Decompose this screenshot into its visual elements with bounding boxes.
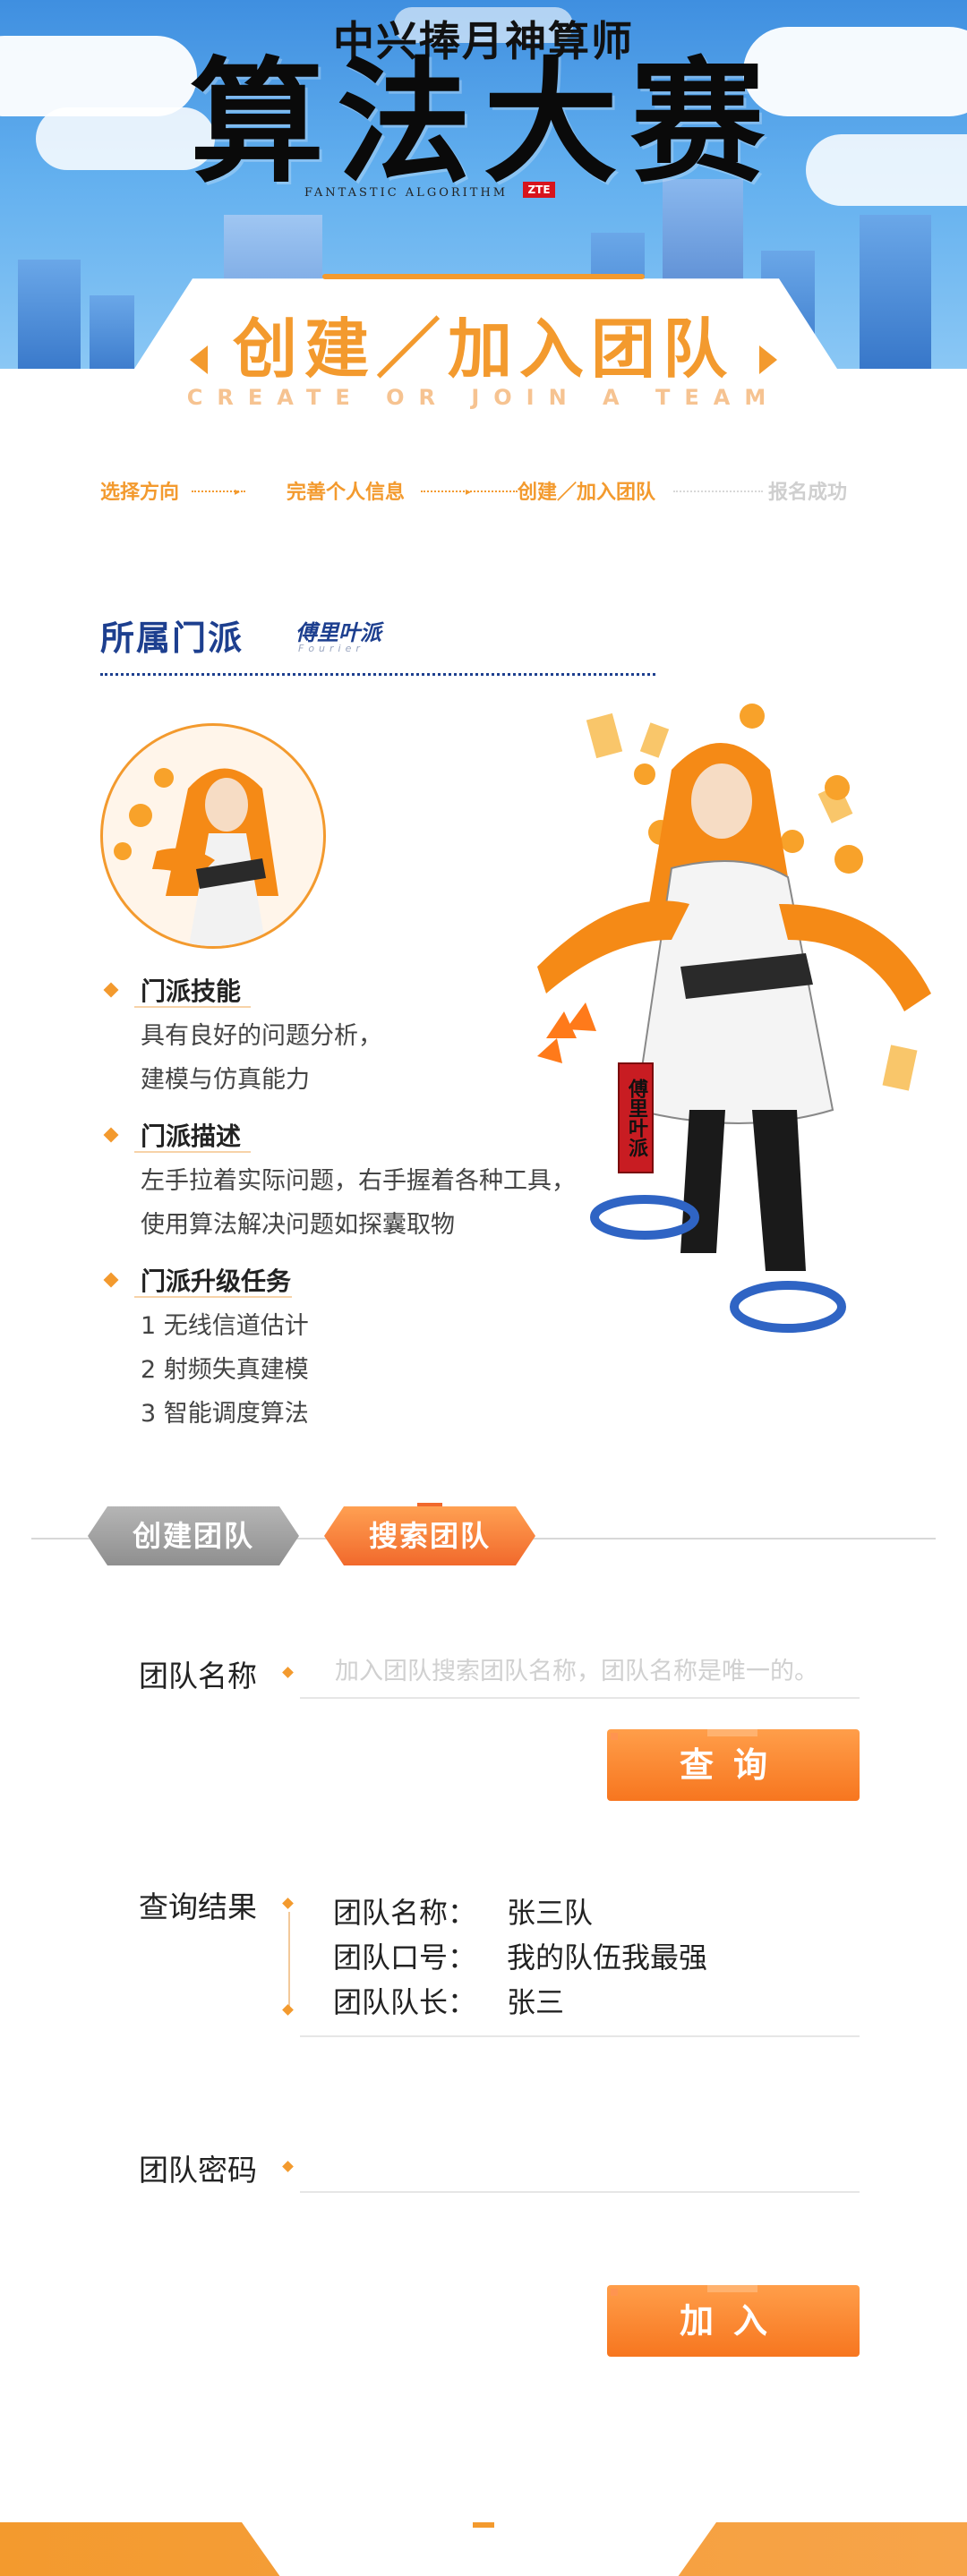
title-underline: [134, 1151, 251, 1153]
task-item: 2 射频失真建模: [141, 1356, 309, 1384]
sect-heading: 所属门派: [100, 618, 244, 658]
button-corner: [611, 2289, 618, 2296]
sect-divider: [100, 673, 655, 676]
skill-line: 建模与仿真能力: [141, 1066, 310, 1094]
step-connector: [673, 490, 763, 492]
step-success: 报名成功: [768, 482, 848, 504]
join-button[interactable]: 加入: [607, 2285, 860, 2357]
diamond-bullet-icon: [282, 2161, 294, 2172]
task-item: 3 智能调度算法: [141, 1400, 309, 1428]
result-underline: [300, 2035, 860, 2037]
button-notch: [707, 1729, 757, 1736]
description-line: 使用算法解决问题如探囊取物: [141, 1211, 455, 1239]
tasks-title: 门派升级任务: [141, 1267, 292, 1296]
triangle-right-icon: [759, 345, 777, 374]
query-button[interactable]: 查询: [607, 1729, 860, 1801]
skill-title: 门派技能: [141, 977, 242, 1006]
diamond-bullet-icon: [103, 1272, 119, 1288]
button-corner: [611, 1733, 618, 1740]
faction-avatar: [100, 723, 326, 949]
title-underline: [134, 1006, 251, 1008]
button-notch: [707, 2285, 757, 2292]
result-value-team-name: 张三队: [507, 1896, 594, 1930]
footer-cutout: [242, 2522, 716, 2576]
result-value-team-leader: 张三: [507, 1985, 565, 2019]
result-key-team-name: 团队名称：: [333, 1896, 477, 1930]
input-underline: [300, 2191, 860, 2193]
result-bracket-line: [288, 1912, 290, 2010]
zte-logo: ZTE: [523, 182, 555, 198]
faction-name: 傅里叶派: [295, 620, 381, 645]
query-result-label: 查询结果: [139, 1889, 257, 1924]
tab-search-team[interactable]: 搜索团队: [324, 1506, 535, 1565]
team-name-input[interactable]: [333, 1649, 865, 1693]
task-item: 1 无线信道估计: [141, 1312, 309, 1340]
title-underline: [134, 1296, 292, 1298]
result-key-team-leader: 团队队长：: [333, 1985, 477, 2019]
page-subtitle: CREATE OR JOIN A TEAM: [186, 385, 781, 410]
character-illustration: [537, 704, 931, 1333]
team-password-input[interactable]: [333, 2141, 865, 2186]
diamond-bullet-icon: [103, 1127, 119, 1143]
team-name-label: 团队名称: [139, 1659, 257, 1693]
result-value-team-slogan: 我的队伍我最强: [507, 1941, 708, 1975]
description-title: 门派描述: [141, 1122, 242, 1151]
tab-create-team[interactable]: 创建团队: [88, 1506, 299, 1565]
arrow-right-icon: ▸: [235, 485, 241, 498]
input-underline: [300, 1697, 860, 1699]
arrow-right-icon: ▸: [466, 485, 472, 498]
header-accent-bar: [322, 274, 645, 279]
page-title: 创建／加入团队: [232, 311, 734, 387]
diamond-bullet-icon: [282, 1667, 294, 1678]
character-portrait-icon: [114, 768, 278, 946]
faction-name-en: Fourier: [298, 643, 364, 654]
step-choose-direction: 选择方向: [100, 482, 180, 504]
event-title: 算法大赛: [189, 44, 777, 201]
diamond-bullet-icon: [282, 2004, 294, 2016]
diamond-bullet-icon: [103, 982, 119, 998]
step-personal-info: 完善个人信息: [287, 482, 406, 504]
result-key-team-slogan: 团队口号：: [333, 1941, 477, 1975]
faction-banner-tag: 傅里叶派: [618, 1062, 654, 1173]
step-create-join-team: 创建／加入团队: [518, 482, 656, 504]
event-title-en: FANTASTIC ALGORITHM: [304, 186, 509, 200]
footer-notch: [473, 2522, 494, 2528]
skill-line: 具有良好的问题分析，: [141, 1022, 382, 1050]
team-password-label: 团队密码: [139, 2153, 257, 2188]
diamond-bullet-icon: [282, 1898, 294, 1909]
